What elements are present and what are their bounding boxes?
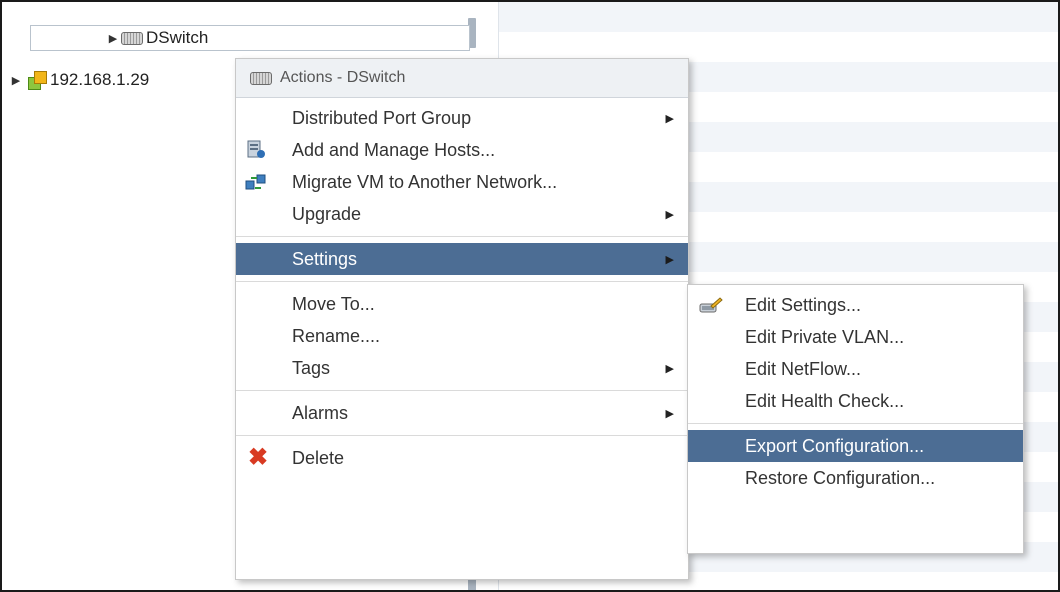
menu-header: Actions - DSwitch: [236, 59, 688, 98]
submenu-item-label: Edit Health Check...: [745, 390, 905, 411]
migrate-vm-icon: [245, 174, 266, 190]
menu-separator: [688, 423, 1023, 424]
menu-item-tags[interactable]: Tags ▶: [236, 352, 688, 384]
menu-item-move-to[interactable]: Move To...: [236, 288, 688, 320]
manage-hosts-icon: [247, 140, 265, 158]
distributed-switch-icon: [250, 71, 272, 85]
submenu-item-export-configuration[interactable]: Export Configuration...: [688, 430, 1023, 462]
distributed-switch-icon: [121, 31, 143, 45]
menu-item-rename[interactable]: Rename....: [236, 320, 688, 352]
delete-icon: ✖: [248, 444, 269, 471]
submenu-item-label: Export Configuration...: [745, 435, 925, 456]
expand-arrow-icon[interactable]: ▶: [105, 32, 121, 45]
menu-separator: [236, 435, 688, 436]
window-frame: ▶ DSwitch ▶ 192.168.1.29 Actions - DSwit…: [0, 0, 1060, 592]
submenu-arrow-icon: ▶: [665, 407, 674, 420]
tree-item-label: 192.168.1.29: [50, 70, 150, 89]
submenu-item-label: Edit Private VLAN...: [745, 326, 905, 347]
menu-item-label: Delete: [292, 447, 345, 468]
menu-separator: [236, 236, 688, 237]
menu-item-label: Rename....: [292, 325, 381, 346]
menu-item-label: Upgrade: [292, 203, 362, 224]
expand-arrow-icon[interactable]: ▶: [8, 74, 24, 87]
menu-item-label: Tags: [292, 357, 331, 378]
submenu-item-edit-netflow[interactable]: Edit NetFlow...: [688, 353, 1023, 385]
submenu-item-label: Restore Configuration...: [745, 467, 936, 488]
submenu-item-restore-configuration[interactable]: Restore Configuration...: [688, 462, 1023, 494]
submenu-item-edit-private-vlan[interactable]: Edit Private VLAN...: [688, 321, 1023, 353]
submenu-arrow-icon: ▶: [665, 362, 674, 375]
settings-submenu: Edit Settings... Edit Private VLAN... Ed…: [687, 284, 1024, 554]
menu-separator: [236, 390, 688, 391]
menu-item-alarms[interactable]: Alarms ▶: [236, 397, 688, 429]
menu-item-distributed-port-group[interactable]: Distributed Port Group ▶: [236, 102, 688, 134]
menu-header-title: Actions - DSwitch: [280, 69, 406, 86]
menu-separator: [236, 281, 688, 282]
menu-item-label: Move To...: [292, 293, 375, 314]
submenu-item-edit-health-check[interactable]: Edit Health Check...: [688, 385, 1023, 417]
submenu-item-label: Edit NetFlow...: [745, 358, 862, 379]
host-icon: [28, 71, 47, 90]
tree-item-dswitch[interactable]: ▶ DSwitch: [30, 25, 470, 51]
tree-item-label: DSwitch: [146, 28, 209, 47]
menu-item-delete[interactable]: ✖ Delete: [236, 442, 688, 474]
menu-item-label: Alarms: [292, 402, 349, 423]
submenu-arrow-icon: ▶: [665, 112, 674, 125]
menu-item-migrate-vm[interactable]: Migrate VM to Another Network...: [236, 166, 688, 198]
submenu-item-label: Edit Settings...: [745, 294, 862, 315]
menu-item-add-manage-hosts[interactable]: Add and Manage Hosts...: [236, 134, 688, 166]
edit-settings-icon: [699, 297, 723, 313]
submenu-arrow-icon: ▶: [665, 253, 674, 266]
menu-item-settings[interactable]: Settings ▶: [236, 243, 688, 275]
menu-item-label: Distributed Port Group: [292, 107, 472, 128]
menu-item-label: Add and Manage Hosts...: [292, 139, 496, 160]
menu-item-upgrade[interactable]: Upgrade ▶: [236, 198, 688, 230]
actions-context-menu: Actions - DSwitch Distributed Port Group…: [235, 58, 689, 580]
menu-item-label: Migrate VM to Another Network...: [292, 171, 558, 192]
tree-item-host[interactable]: ▶ 192.168.1.29: [8, 68, 149, 92]
submenu-arrow-icon: ▶: [665, 208, 674, 221]
submenu-item-edit-settings[interactable]: Edit Settings...: [688, 289, 1023, 321]
menu-item-label: Settings: [292, 248, 358, 269]
